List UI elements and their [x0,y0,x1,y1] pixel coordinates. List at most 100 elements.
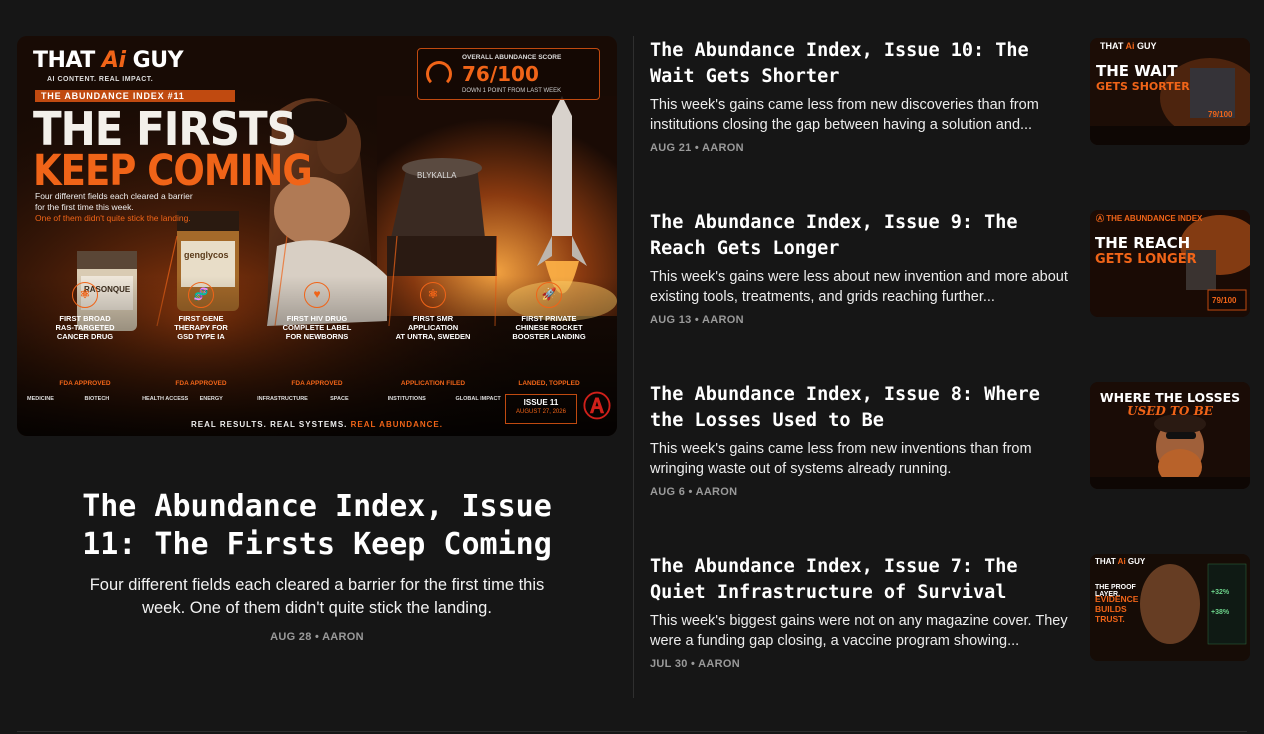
thumb-line-1: WHERE THE LOSSES [1099,390,1241,405]
post-meta: AUG 6 • AARON [650,486,738,498]
brand-that: THAT [33,48,95,73]
category-space: SPACE [330,396,349,402]
thumb-line-2: USED TO BE [1127,404,1213,418]
thumb-line-1: THE REACH [1095,234,1191,252]
brand-tagline: AI CONTENT. REAL IMPACT. [47,76,154,83]
post-item: The Abundance Index, Issue 10: The Wait … [650,38,1250,188]
panel-2-status: FDA APPROVED [175,380,227,387]
brand-guy: GUY [132,48,184,73]
category-medicine: MEDICINE [27,396,54,402]
post-item: The Abundance Index, Issue 7: The Quiet … [650,554,1250,704]
thumb-line-2: GETS LONGER [1095,252,1197,267]
brand-ai: Ai [101,48,126,73]
thumb-brand: THAT Ai GUY [1095,557,1146,566]
thumb-brand: Ⓐ THE ABUNDANCE INDEX [1096,214,1203,223]
score-value: 76/100 [462,62,539,86]
post-title[interactable]: The Abundance Index, Issue 10: The Wait … [650,38,1060,90]
category-global-impact: GLOBAL IMPACT [455,396,501,402]
category-health-access: HEALTH ACCESS [142,396,189,402]
thumb-score: 79/100 [1212,296,1237,305]
image-intro: Four different fields each cleared a bar… [35,191,285,224]
panel-row: ⚛ FIRST BROAD RAS-TARGETED CANCER DRUG F… [27,282,607,392]
thumb-score: 79/100 [1208,110,1233,119]
svg-text:genglycos: genglycos [184,250,229,260]
post-description: This week's biggest gains were not on an… [650,613,1068,649]
post-meta: JUL 30 • AARON [650,658,740,670]
footer-accent: REAL ABUNDANCE. [350,420,443,429]
post-meta: AUG 21 • AARON [650,142,744,154]
panel-5-line-3: BOOSTER LANDING [512,332,586,341]
panel-4-line-2: APPLICATION [407,323,459,332]
panel-4: ⚛ FIRST SMR APPLICATION AT UNTRA, SWEDEN… [375,282,491,392]
panel-2-line-3: GSD TYPE IA [177,332,225,341]
issue-date: AUGUST 27, 2026 [516,409,566,415]
featured-subtitle: Four different fields each cleared a bar… [89,576,545,617]
panel-5-status: LANDED, TOPPLED [518,380,580,387]
post-description: This week's gains came less from new dis… [650,97,1039,133]
svg-text:+38%: +38% [1211,609,1230,616]
panel-3-line-2: COMPLETE LABEL [282,323,352,332]
panel-3-status: FDA APPROVED [291,380,343,387]
image-footer: REAL RESULTS. REAL SYSTEMS. REAL ABUNDAN… [17,420,617,429]
featured-post: BLYKALLA RASONQUE genglycos [17,36,617,643]
category-institutions: INSTITUTIONS [387,396,426,402]
issue-label: ISSUE 11 [523,398,559,407]
featured-title[interactable]: The Abundance Index, Issue 11: The First… [17,488,617,564]
panel-2: 🧬 FIRST GENE THERAPY FOR GSD TYPE IA FDA… [143,282,259,392]
panel-1-line-2: RAS-TARGETED [55,323,115,332]
score-note: DOWN 1 POINT FROM LAST WEEK [462,88,562,94]
score-box: OVERALL ABUNDANCE SCORE 76/100 DOWN 1 PO… [417,48,600,100]
gauge-icon [426,61,452,87]
panel-1-line-1: FIRST BROAD [59,314,111,323]
post-thumbnail[interactable]: Ⓐ THE ABUNDANCE INDEX THE REACH GETS LON… [1090,210,1250,317]
featured-image[interactable]: BLYKALLA RASONQUE genglycos [17,36,617,436]
thumb-brand: THAT Ai GUY [1100,41,1157,51]
panel-4-line-1: FIRST SMR [412,314,454,323]
post-description: This week's gains were less about new in… [650,269,1068,305]
category-biotech: BIOTECH [84,396,110,402]
svg-text:+32%: +32% [1211,589,1230,596]
panel-2-line-2: THERAPY FOR [174,323,228,332]
intro-line-1: Four different fields each cleared a bar… [35,191,193,201]
thumb-line-2: GETS SHORTER [1096,80,1190,93]
panel-1-line-3: CANCER DRUG [56,332,114,341]
panel-1: ⚛ FIRST BROAD RAS-TARGETED CANCER DRUG F… [27,282,143,392]
featured-meta: AUG 28 • AARON [270,631,364,643]
svg-text:BLYKALLA: BLYKALLA [417,171,457,180]
category-energy: ENERGY [199,396,223,402]
image-headline-2: KEEP COMING [33,146,313,196]
post-title[interactable]: The Abundance Index, Issue 9: The Reach … [650,210,1060,262]
panel-3-icon: ♥ [304,282,330,308]
category-strip: MEDICINE BIOTECH HEALTH ACCESS ENERGY IN… [27,396,507,402]
post-title[interactable]: The Abundance Index, Issue 7: The Quiet … [650,554,1060,606]
post-thumbnail[interactable]: +32% +38% THAT Ai GUY THE PROOF LAYER. E… [1090,554,1250,661]
panel-1-status: FDA APPROVED [59,380,111,387]
post-thumbnail[interactable]: THAT Ai GUY THE WAIT GETS SHORTER 79/100 [1090,38,1250,145]
post-item: The Abundance Index, Issue 8: Where the … [650,382,1250,532]
panel-1-icon: ⚛ [72,282,98,308]
post-description: This week's gains came less from new inv… [650,441,1032,477]
post-thumbnail[interactable]: WHERE THE LOSSES USED TO BE [1090,382,1250,489]
score-label: OVERALL ABUNDANCE SCORE [462,54,562,61]
panel-2-line-1: FIRST GENE [178,314,224,323]
panel-5-line-1: FIRST PRIVATE [521,314,577,323]
intro-line-3: One of them didn't quite stick the landi… [35,213,191,223]
footer-white: REAL RESULTS. REAL SYSTEMS. [191,420,348,429]
brand-logo: THAT Ai GUY [33,48,184,73]
image-kicker: THE ABUNDANCE INDEX #11 [35,90,235,102]
post-item: The Abundance Index, Issue 9: The Reach … [650,210,1250,360]
thumb-line-2: EVIDENCE BUILDS TRUST. [1095,594,1139,624]
panel-2-icon: 🧬 [188,282,214,308]
category-infrastructure: INFRASTRUCTURE [257,396,308,402]
panel-4-status: APPLICATION FILED [400,380,466,387]
post-title[interactable]: The Abundance Index, Issue 8: Where the … [650,382,1060,434]
panel-5: 🚀 FIRST PRIVATE CHINESE ROCKET BOOSTER L… [491,282,607,392]
panel-5-icon: 🚀 [536,282,562,308]
panel-3: ♥ FIRST HIV DRUG COMPLETE LABEL FOR NEWB… [259,282,375,392]
panel-3-line-3: FOR NEWBORNS [285,332,349,341]
intro-line-2: for the first time this week. [35,202,134,212]
panel-4-icon: ⚛ [420,282,446,308]
panel-5-line-2: CHINESE ROCKET [515,323,583,332]
panel-3-line-1: FIRST HIV DRUG [286,314,348,323]
thumb-line-1: THE WAIT [1096,62,1178,80]
